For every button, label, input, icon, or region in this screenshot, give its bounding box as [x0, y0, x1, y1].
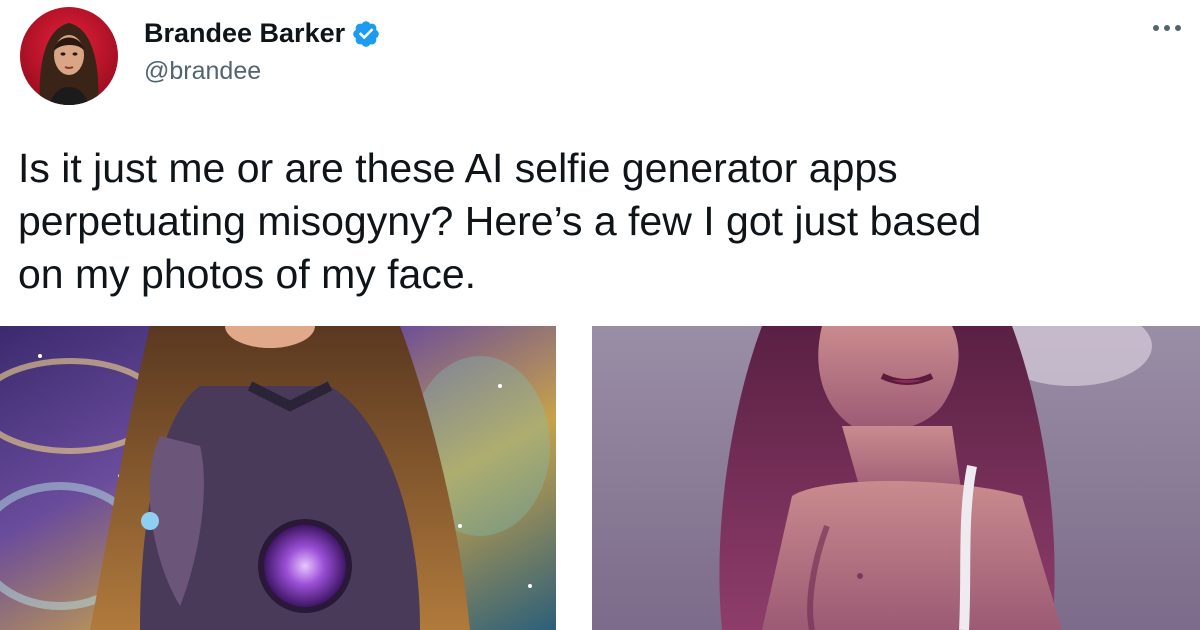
more-dots-icon[interactable]: [1150, 16, 1184, 40]
tweet-media-image-2[interactable]: [592, 326, 1200, 630]
tweet-text: Is it just me or are these AI selfie gen…: [18, 145, 982, 297]
author-handle[interactable]: @brandee: [144, 57, 381, 86]
author-names: Brandee Barker @brandee: [144, 18, 381, 86]
avatar[interactable]: [20, 7, 118, 105]
display-name[interactable]: Brandee Barker: [144, 18, 345, 49]
ai-portrait-violet-image: [592, 326, 1200, 630]
ai-portrait-cosmic-image: [0, 326, 556, 630]
tweet-header: Brandee Barker @brandee: [20, 6, 381, 106]
tweet-card: Brandee Barker @brandee Is it just me or…: [0, 0, 1200, 630]
tweet-media-image-1[interactable]: [0, 326, 556, 630]
display-name-row: Brandee Barker: [144, 18, 381, 49]
avatar-image: [20, 7, 118, 105]
verified-badge-icon: [351, 19, 381, 49]
